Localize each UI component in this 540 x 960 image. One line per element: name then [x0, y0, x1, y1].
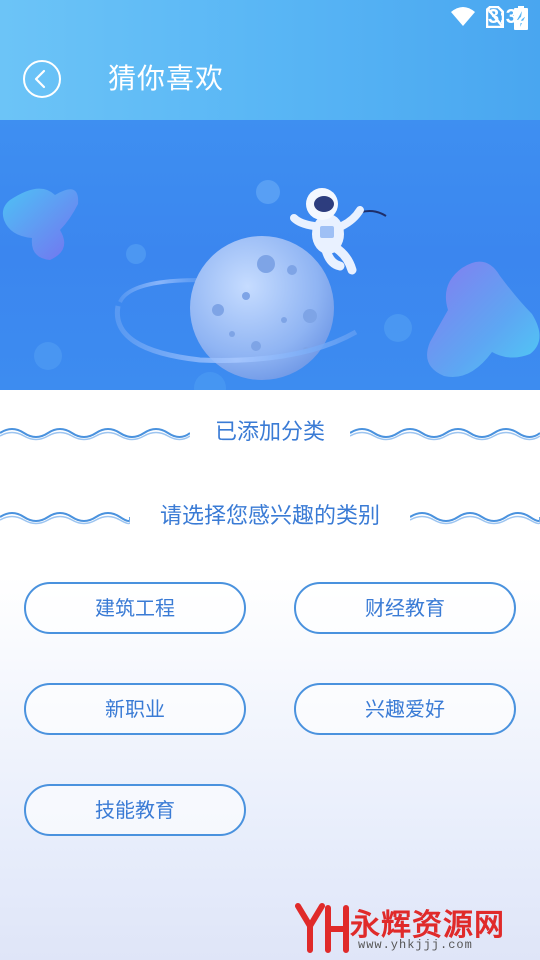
added-categories-label: 已添加分类	[194, 420, 345, 445]
decorative-wave-right	[410, 512, 540, 525]
astronaut-planet-illustration	[2, 180, 540, 390]
decorative-wave-left	[0, 428, 190, 441]
status-bar: 3:32	[0, 0, 540, 36]
back-button[interactable]	[23, 60, 61, 98]
category-button-construction[interactable]: 建筑工程	[24, 582, 246, 634]
choose-categories-heading: 请选择您感兴趣的类别	[0, 497, 540, 537]
decorative-wave-left	[0, 512, 130, 525]
status-time: 3:32	[487, 6, 528, 28]
decorative-wave-right	[350, 428, 540, 441]
category-button-skills[interactable]: 技能教育	[24, 784, 246, 836]
banner	[0, 120, 540, 390]
back-circle-icon	[34, 69, 46, 89]
top-bar: 3:32 猜你喜欢	[0, 0, 540, 120]
added-categories-heading: 已添加分类	[0, 413, 540, 453]
watermark-url: www.yhkjjj.com	[358, 938, 473, 952]
category-button-finance[interactable]: 财经教育	[294, 582, 516, 634]
choose-categories-label: 请选择您感兴趣的类别	[139, 504, 400, 529]
category-button-hobbies[interactable]: 兴趣爱好	[294, 683, 516, 735]
watermark: 永辉资源网 www.yhkjjj.com	[294, 898, 520, 956]
category-button-new-careers[interactable]: 新职业	[24, 683, 246, 735]
watermark-logo	[295, 903, 349, 953]
page-title: 猜你喜欢	[108, 62, 225, 95]
wifi-icon	[450, 6, 476, 32]
